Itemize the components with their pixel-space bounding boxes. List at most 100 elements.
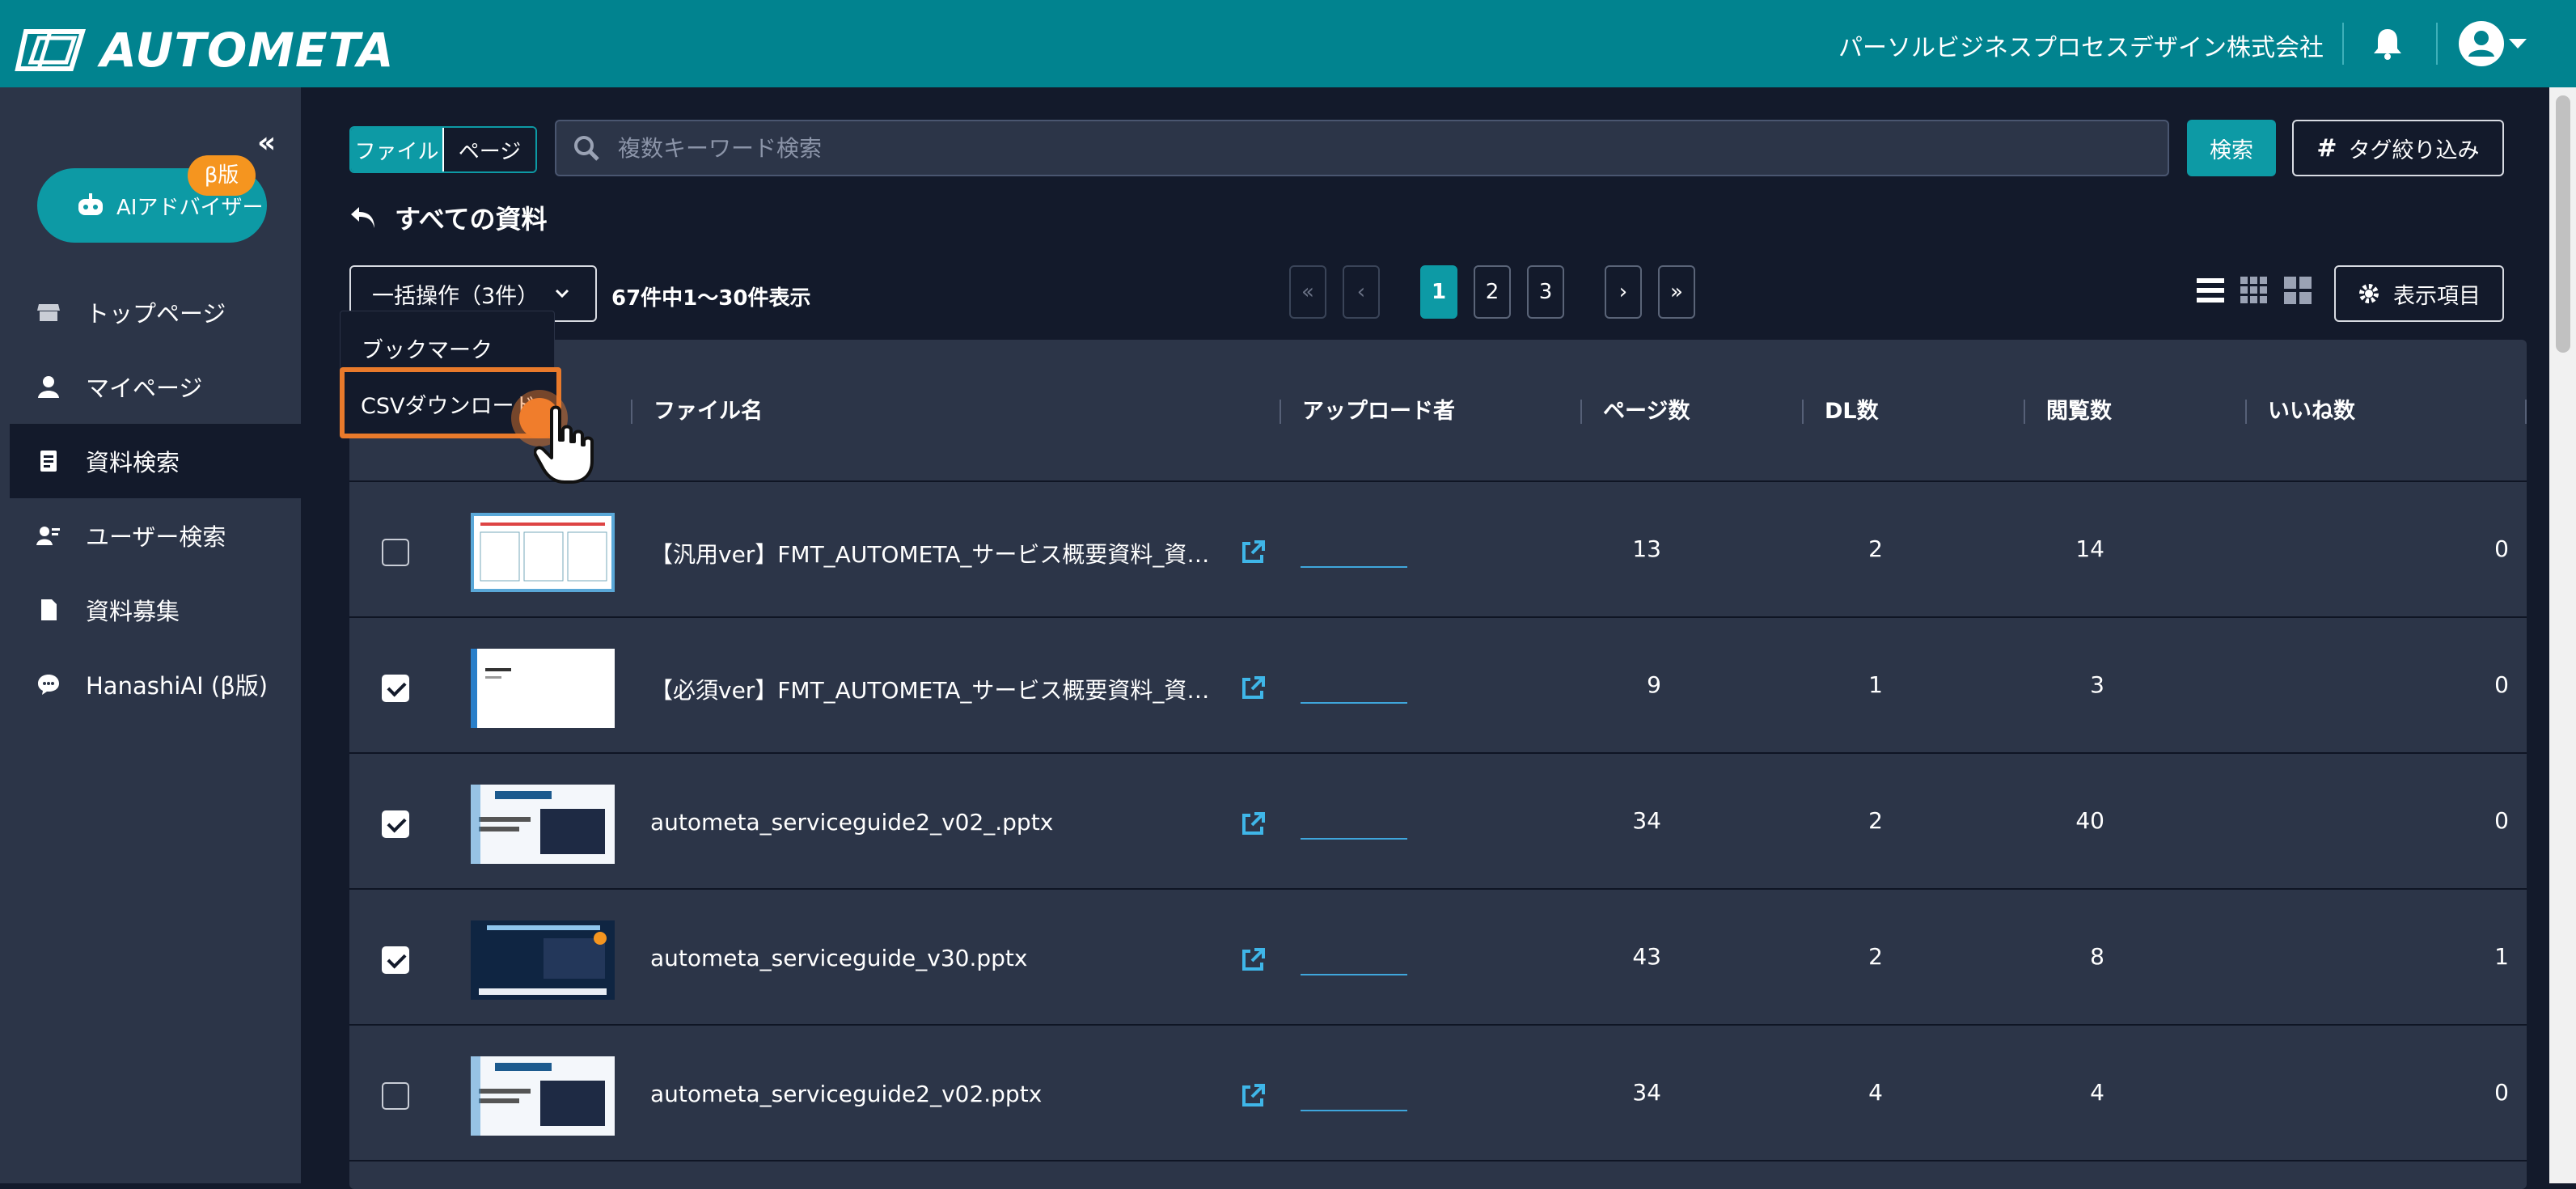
table-row[interactable]: autometa_serviceguide2_v02_.pptx 34 2 40… — [349, 755, 2527, 890]
tag-filter-button[interactable]: # タグ絞り込み — [2292, 120, 2504, 176]
toggle-page[interactable]: ページ — [442, 128, 535, 171]
sidebar-item-label: マイページ — [86, 374, 203, 402]
column-header-divider — [2525, 400, 2527, 424]
uploader-link[interactable] — [1301, 974, 1407, 975]
document-search-icon — [40, 451, 57, 472]
download-count: 4 — [1868, 1079, 1883, 1106]
user-icon — [38, 376, 59, 398]
view-count: 40 — [2075, 807, 2104, 834]
pagination: « ‹ 1 2 3 › » — [1289, 265, 1695, 319]
file-name[interactable]: autometa_serviceguide_v30.pptx — [650, 945, 1225, 971]
view-mode-switch — [2195, 275, 2313, 306]
external-link-icon[interactable] — [1239, 810, 1267, 838]
external-link-icon[interactable] — [1239, 675, 1267, 702]
view-count: 3 — [2090, 671, 2104, 698]
table-row[interactable]: autometa_serviceguide2_v02.pptx 34 4 4 0 — [349, 1027, 2527, 1161]
documents-table: ファイル名 アップロード者 ページ数 DL数 閲覧数 いいね数 【汎用ver】F… — [349, 340, 2527, 1189]
back-arrow-icon[interactable] — [349, 205, 377, 230]
document-thumbnail[interactable] — [471, 649, 615, 728]
external-link-icon[interactable] — [1239, 539, 1267, 566]
gear-icon — [2359, 284, 2379, 303]
store-icon — [37, 304, 60, 321]
next-page-button[interactable]: › — [1605, 265, 1642, 319]
column-header-pages[interactable]: ページ数 — [1580, 400, 1690, 424]
sidebar-item-label: トップページ — [86, 300, 226, 328]
download-count: 2 — [1868, 807, 1883, 834]
table-row[interactable]: 【必須ver】FMT_AUTOMETA_サービス概要資料_資料作成… 9 1 3… — [349, 620, 2527, 754]
last-page-button[interactable]: » — [1658, 265, 1695, 319]
breadcrumb: すべての資料 — [349, 199, 547, 236]
chevron-down-icon[interactable] — [2509, 39, 2527, 49]
grid-small-view-icon[interactable] — [2239, 275, 2269, 306]
column-header-views[interactable]: 閲覧数 — [2024, 400, 2112, 424]
file-name[interactable]: autometa_serviceguide2_v02.pptx — [650, 1081, 1225, 1107]
document-thumbnail[interactable] — [471, 1056, 615, 1136]
ai-advisor-label: AIアドバイザー — [116, 195, 264, 220]
bell-icon[interactable] — [2370, 26, 2405, 61]
table-header: ファイル名 アップロード者 ページ数 DL数 閲覧数 いいね数 — [349, 340, 2527, 482]
sidebar-item-label: 資料検索 — [86, 449, 180, 476]
document-thumbnail[interactable] — [471, 785, 615, 864]
search-input[interactable] — [616, 133, 2153, 163]
document-thumbnail[interactable] — [471, 920, 615, 1000]
search-icon — [574, 136, 599, 161]
column-header-likes[interactable]: いいね数 — [2245, 400, 2355, 424]
view-count: 8 — [2090, 943, 2104, 970]
page-3-button[interactable]: 3 — [1527, 265, 1564, 319]
table-row[interactable]: autometa_serviceguide_v30.pptx 43 2 8 1 — [349, 891, 2527, 1026]
uploader-link[interactable] — [1301, 838, 1407, 840]
table-row[interactable]: 【汎用ver】FMT_AUTOMETA_サービス概要資料_資料作成… 13 2 … — [349, 484, 2527, 618]
file-name[interactable]: 【汎用ver】FMT_AUTOMETA_サービス概要資料_資料作成… — [650, 537, 1225, 569]
sidebar-item-top-page[interactable]: トップページ — [0, 275, 301, 349]
uploader-link[interactable] — [1301, 566, 1407, 568]
menu-item-csv-download[interactable]: CSVダウンロード — [361, 388, 535, 420]
row-checkbox[interactable] — [382, 810, 409, 838]
sidebar-item-hanashiai[interactable]: HanashiAI (β版) — [0, 647, 301, 721]
uploader-link[interactable] — [1301, 1110, 1407, 1111]
sidebar-item-user-search[interactable]: ユーザー検索 — [0, 498, 301, 573]
scrollbar-thumb[interactable] — [2556, 95, 2570, 353]
like-count: 0 — [2494, 807, 2509, 834]
row-checkbox[interactable] — [382, 1082, 409, 1110]
like-count: 0 — [2494, 1079, 2509, 1106]
download-count: 1 — [1868, 671, 1883, 698]
bulk-action-label: 一括操作（3件） — [372, 283, 539, 309]
display-columns-label: 表示項目 — [2393, 283, 2481, 309]
row-checkbox[interactable] — [382, 539, 409, 566]
column-header-downloads[interactable]: DL数 — [1802, 400, 1879, 424]
list-view-icon[interactable] — [2195, 275, 2226, 306]
column-header-uploader[interactable]: アップロード者 — [1280, 400, 1455, 424]
chevron-down-icon — [556, 289, 569, 298]
page-2-button[interactable]: 2 — [1474, 265, 1511, 319]
download-count: 2 — [1868, 535, 1883, 562]
first-page-button[interactable]: « — [1289, 265, 1326, 319]
toggle-file[interactable]: ファイル — [351, 128, 442, 171]
row-checkbox[interactable] — [382, 946, 409, 974]
menu-item-bookmark[interactable]: ブックマーク — [362, 332, 493, 364]
avatar[interactable] — [2459, 21, 2504, 66]
like-count: 0 — [2494, 535, 2509, 562]
external-link-icon[interactable] — [1239, 1082, 1267, 1110]
page-count: 34 — [1632, 807, 1661, 834]
search-button[interactable]: 検索 — [2187, 120, 2276, 176]
file-name[interactable]: 【必須ver】FMT_AUTOMETA_サービス概要資料_資料作成… — [650, 673, 1225, 705]
hash-icon: # — [2316, 133, 2337, 163]
page-1-button[interactable]: 1 — [1420, 265, 1457, 319]
uploader-link[interactable] — [1301, 702, 1407, 704]
external-link-icon[interactable] — [1239, 946, 1267, 974]
grid-large-view-icon[interactable] — [2282, 275, 2313, 306]
sidebar-item-my-page[interactable]: マイページ — [0, 349, 301, 424]
hand-pointer-icon — [534, 405, 594, 484]
app-header: AUTOMETA パーソルビジネスプロセスデザイン株式会社 — [0, 0, 2576, 87]
sidebar-item-document-search[interactable]: 資料検索 — [10, 424, 301, 498]
view-count: 14 — [2075, 535, 2104, 562]
document-thumbnail[interactable] — [471, 513, 615, 592]
file-name[interactable]: autometa_serviceguide2_v02_.pptx — [650, 809, 1225, 836]
row-checkbox[interactable] — [382, 675, 409, 702]
display-columns-button[interactable]: 表示項目 — [2334, 265, 2504, 322]
collapse-sidebar-icon[interactable]: « — [257, 126, 276, 159]
sidebar-item-document-request[interactable]: 資料募集 — [0, 573, 301, 647]
prev-page-button[interactable]: ‹ — [1343, 265, 1380, 319]
column-header-filename[interactable]: ファイル名 — [631, 400, 763, 424]
autometa-logo[interactable]: AUTOMETA — [15, 23, 395, 78]
